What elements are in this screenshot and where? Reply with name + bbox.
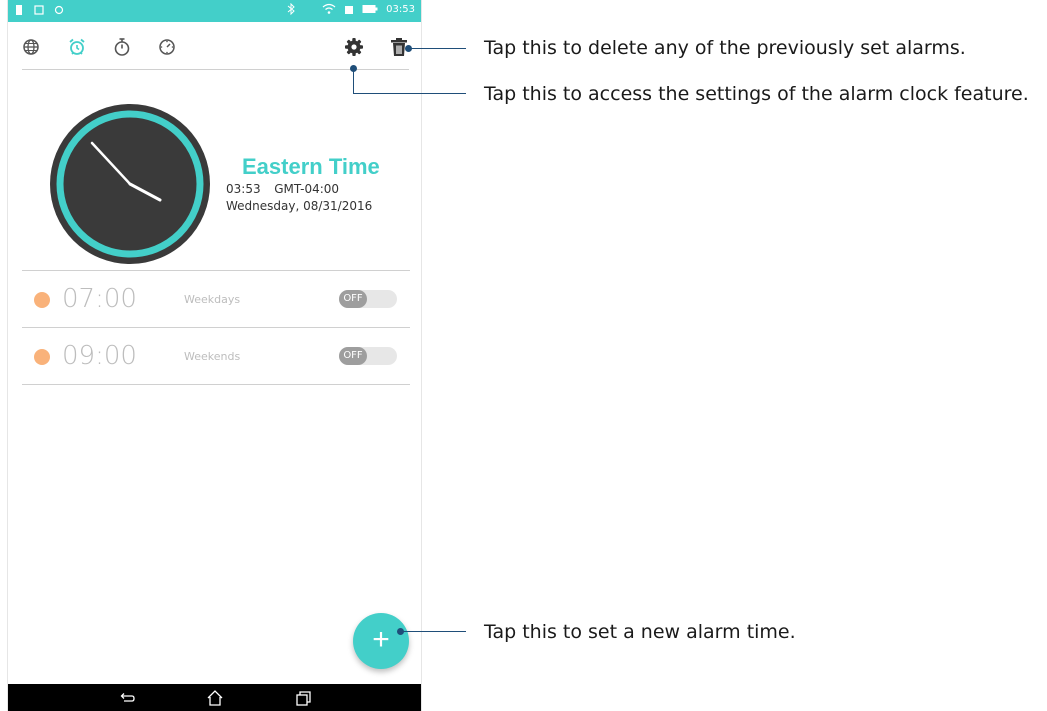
settings-button[interactable]	[343, 36, 365, 58]
tab-timer[interactable]	[156, 36, 178, 58]
timezone-name: Eastern Time	[242, 154, 380, 179]
alarm-repeat: Weekdays	[184, 293, 241, 306]
sync-icon	[54, 5, 64, 15]
timezone-info: Eastern Time 03:53 GMT-04:00 Wednesday, …	[226, 154, 380, 213]
world-clock-icon	[23, 39, 39, 55]
sun-icon	[34, 349, 50, 365]
current-time: 03:53	[226, 182, 261, 196]
alarm-toggle[interactable]: OFF	[339, 290, 397, 308]
stopwatch-icon	[114, 38, 130, 56]
timezone-time-line: 03:53 GMT-04:00	[226, 182, 380, 196]
current-date: Wednesday, 08/31/2016	[226, 199, 373, 213]
alarm-row[interactable]: 07:00 Weekdays OFF	[22, 271, 410, 327]
wifi-icon	[322, 3, 336, 14]
callout-line-add	[401, 631, 466, 632]
alarm-row[interactable]: 09:00 Weekends OFF	[22, 328, 410, 384]
add-alarm-button[interactable]: +	[353, 613, 409, 669]
alarm-repeat: Weekends	[184, 350, 241, 363]
tab-stopwatch[interactable]	[111, 36, 133, 58]
alarm-time: 09:00	[62, 341, 137, 371]
toolbar	[8, 22, 421, 70]
callout-delete: Tap this to delete any of the previously…	[484, 37, 966, 59]
alarm-icon	[69, 38, 85, 55]
tab-alarm[interactable]	[66, 36, 88, 58]
navigation-bar	[8, 684, 421, 711]
timezone-title: Eastern Time	[226, 154, 380, 180]
back-icon[interactable]	[118, 689, 136, 707]
toggle-state: OFF	[339, 347, 367, 365]
status-bar: 03:53	[8, 0, 421, 22]
analog-clock	[50, 104, 210, 264]
phone-screen: 03:53 Eastern Time 03:53 GMT-04:00 Wedne…	[8, 0, 421, 711]
alarm-time: 07:00	[62, 284, 137, 314]
image-notification-icon	[34, 5, 44, 15]
home-icon[interactable]	[206, 689, 224, 707]
recent-apps-icon[interactable]	[294, 689, 312, 707]
status-time: 03:53	[386, 3, 415, 15]
callout-vline-settings	[353, 68, 354, 93]
toggle-state: OFF	[339, 290, 367, 308]
callout-add: Tap this to set a new alarm time.	[484, 621, 796, 643]
battery-saver-icon	[16, 5, 22, 15]
do-not-disturb-moon-icon	[307, 5, 312, 13]
callout-line-delete	[409, 48, 466, 49]
alarm-divider	[22, 384, 410, 385]
timer-icon	[159, 39, 175, 55]
settings-icon	[345, 38, 363, 56]
callout-settings: Tap this to access the settings of the a…	[484, 83, 1029, 105]
alarm-toggle[interactable]: OFF	[339, 347, 397, 365]
battery-icon	[362, 5, 378, 13]
bluetooth-icon	[287, 3, 295, 15]
tab-world-clock[interactable]	[20, 36, 42, 58]
callout-line-settings	[353, 93, 466, 94]
sun-icon	[34, 292, 50, 308]
moon-icon	[228, 161, 234, 173]
sim-icon	[345, 6, 354, 14]
gmt-offset: GMT-04:00	[274, 182, 340, 196]
